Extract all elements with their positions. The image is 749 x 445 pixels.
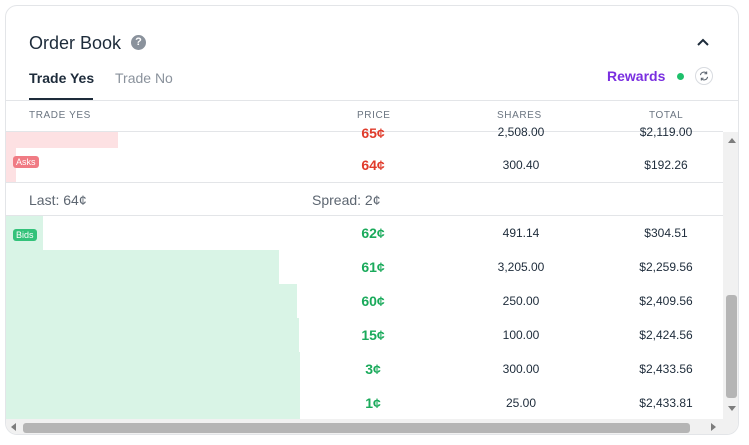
spread: Spread: 2¢ (312, 192, 381, 208)
ask-price[interactable]: 65¢ (353, 125, 393, 141)
last-price: Last: 64¢ (29, 192, 87, 208)
bid-depth-bar (6, 284, 297, 318)
bid-total: $2,433.81 (639, 396, 693, 410)
vertical-scroll-thumb[interactable] (726, 295, 737, 398)
chevron-up-icon[interactable] (695, 35, 711, 51)
bid-total: $2,433.56 (639, 362, 693, 376)
bid-shares: 300.00 (502, 362, 540, 376)
column-header-trade: TRADE YES (29, 110, 91, 121)
column-header-price: PRICE (357, 110, 391, 121)
refresh-icon[interactable] (695, 67, 713, 85)
bid-shares: 250.00 (502, 294, 540, 308)
ask-depth-bar (6, 132, 118, 148)
bid-depth-bar (6, 250, 279, 284)
bid-shares: 491.14 (502, 226, 540, 240)
rewards-link[interactable]: Rewards (607, 68, 665, 84)
bid-depth-bar (6, 318, 299, 352)
ask-total: $2,119.00 (639, 125, 693, 139)
scroll-down-arrow-icon[interactable] (728, 406, 736, 411)
order-book-title: Order Book (29, 33, 122, 53)
bid-total: $2,409.56 (639, 294, 693, 308)
bids-badge: Bids (13, 229, 37, 241)
header-divider (6, 100, 738, 101)
scroll-left-arrow-icon[interactable] (11, 423, 16, 431)
asks-badge: Asks (13, 156, 39, 168)
bid-shares: 3,205.00 (497, 260, 545, 274)
last-spread-row: Last: 64¢ Spread: 2¢ (6, 182, 723, 216)
bid-shares: 100.00 (502, 328, 540, 342)
ask-shares: 2,508.00 (497, 125, 545, 139)
bid-price[interactable]: 15¢ (353, 327, 393, 343)
bid-price[interactable]: 3¢ (353, 361, 393, 377)
bid-price[interactable]: 1¢ (353, 395, 393, 411)
scroll-right-arrow-icon[interactable] (711, 423, 716, 431)
scroll-up-arrow-icon[interactable] (728, 138, 736, 143)
vertical-scrollbar[interactable] (723, 132, 738, 419)
column-header-total: TOTAL (649, 110, 684, 121)
rewards-status-dot (677, 73, 684, 80)
order-book-panel: Order Book ? Trade Yes Trade No Rewards … (5, 5, 739, 435)
bid-price[interactable]: 60¢ (353, 293, 393, 309)
help-icon[interactable]: ? (131, 35, 146, 50)
bid-shares: 25.00 (505, 396, 537, 410)
ask-shares: 300.40 (502, 158, 540, 172)
column-header-shares: SHARES (497, 110, 542, 121)
bid-depth-bar (6, 386, 300, 419)
ask-price[interactable]: 64¢ (353, 157, 393, 173)
tab-trade-no[interactable]: Trade No (115, 70, 173, 86)
bid-depth-bar (6, 352, 300, 386)
bid-total: $2,259.56 (639, 260, 693, 274)
bid-price[interactable]: 62¢ (353, 225, 393, 241)
bid-price[interactable]: 61¢ (353, 259, 393, 275)
ask-total: $192.26 (644, 158, 688, 172)
bid-total: $2,424.56 (639, 328, 693, 342)
tab-trade-yes[interactable]: Trade Yes (29, 70, 94, 86)
horizontal-scroll-thumb[interactable] (23, 423, 690, 433)
bid-total: $304.51 (644, 226, 688, 240)
horizontal-scrollbar[interactable] (6, 419, 738, 434)
